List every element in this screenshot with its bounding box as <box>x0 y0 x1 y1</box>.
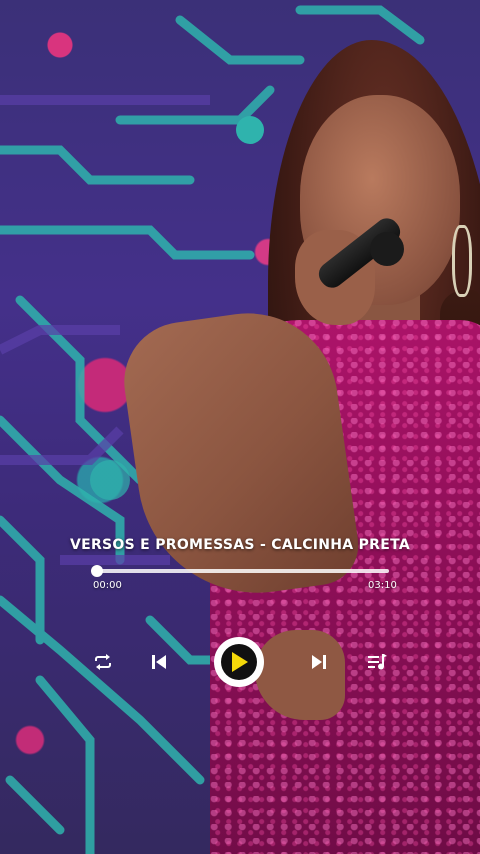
progress-handle[interactable] <box>91 565 103 577</box>
video-background <box>0 0 480 854</box>
repeat-button[interactable] <box>89 648 117 676</box>
previous-button[interactable] <box>145 648 173 676</box>
duration: 03:10 <box>368 580 397 591</box>
track-title: VERSOS E PROMESSAS - CALCINHA PRETA <box>69 537 411 553</box>
skip-next-icon <box>312 655 326 669</box>
earring <box>452 225 472 297</box>
repeat-icon <box>95 654 111 670</box>
playlist-icon <box>368 654 387 670</box>
play-button[interactable] <box>214 637 264 687</box>
playlist-button[interactable] <box>363 648 391 676</box>
play-icon <box>232 652 248 672</box>
skip-previous-icon <box>152 655 166 669</box>
progress-bar[interactable] <box>91 565 389 577</box>
microphone-head <box>370 232 404 266</box>
current-time: 00:00 <box>93 580 122 591</box>
next-button[interactable] <box>305 648 333 676</box>
